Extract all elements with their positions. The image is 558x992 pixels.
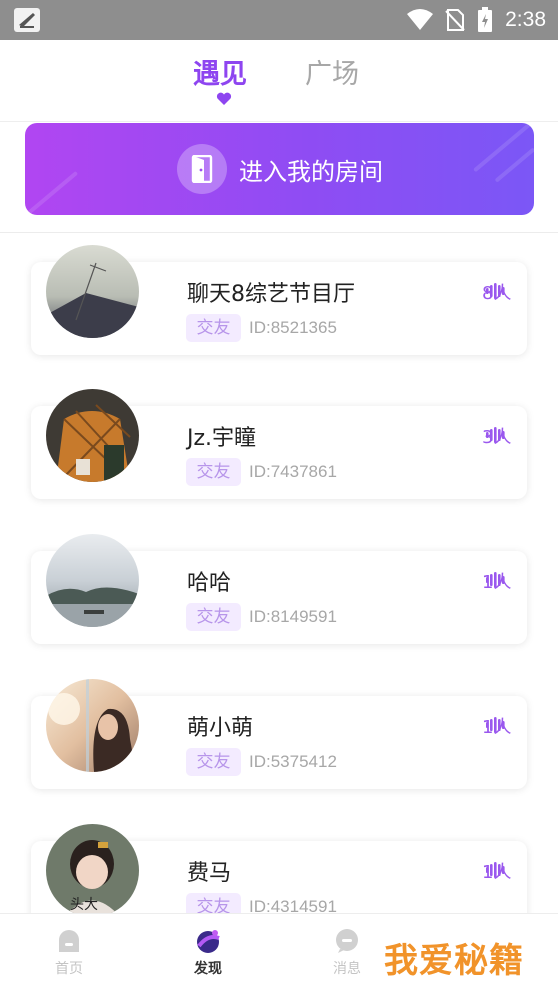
room-name: 费马 (187, 861, 232, 886)
no-sim-icon (445, 9, 465, 31)
room-tag: 交友 (186, 314, 241, 342)
divider (0, 232, 558, 233)
watermark: 我爱秘籍 (384, 941, 524, 981)
status-time: 2:38 (505, 8, 546, 31)
banner-decoration (25, 170, 79, 215)
room-card[interactable]: 哈哈 交友 ID:8149591 1人 (31, 534, 527, 644)
room-name: 萌小萌 (187, 716, 254, 741)
online-count: 1人 (482, 717, 512, 738)
online-count: 8人 (482, 283, 512, 304)
room-id: ID:8521365 (249, 318, 337, 337)
status-icons: 2:38 (407, 0, 546, 40)
room-avatar (46, 389, 139, 482)
room-avatar (46, 679, 139, 772)
room-id: ID:7437861 (249, 462, 337, 481)
room-tag: 交友 (186, 603, 241, 631)
online-count: 1人 (482, 862, 512, 883)
room-name: 聊天8综艺节目厅 (187, 282, 355, 307)
room-id: ID:5375412 (249, 752, 337, 771)
room-card[interactable]: 聊天8综艺节目厅 交友 ID:8521365 8人 (31, 245, 527, 355)
top-tabs: 遇见 广场 (0, 40, 558, 122)
room-avatar: 头大 (46, 824, 139, 917)
room-name: Jz.宇瞳 (187, 426, 257, 451)
nav-label: 首页 (55, 961, 83, 977)
avatar-caption: 头大 (70, 897, 98, 913)
home-icon (59, 930, 79, 952)
room-avatar (46, 534, 139, 627)
room-avatar (46, 245, 139, 338)
room-name: 哈哈 (187, 571, 232, 596)
status-bar: 2:38 (0, 0, 558, 40)
enter-my-room-button[interactable]: 进入我的房间 (25, 123, 534, 215)
nav-item-messages[interactable]: 消息 (307, 914, 387, 992)
room-tag: 交友 (186, 748, 241, 776)
tab-square[interactable]: 广场 (305, 52, 359, 91)
nav-item-home[interactable]: 首页 (29, 914, 109, 992)
banner-decoration (494, 147, 534, 183)
wifi-icon (407, 9, 434, 30)
door-icon (177, 144, 227, 194)
online-count: 1人 (482, 572, 512, 593)
room-tag: 交友 (186, 458, 241, 486)
nav-item-discover[interactable]: 发现 (168, 914, 248, 992)
message-icon (336, 929, 358, 953)
room-card[interactable]: Jz.宇瞳 交友 ID:7437861 3人 (31, 389, 527, 499)
battery-charging-icon (478, 7, 493, 32)
nav-label: 发现 (194, 961, 222, 977)
discover-icon (197, 930, 220, 953)
online-count: 3人 (482, 427, 512, 448)
enter-my-room-label: 进入我的房间 (239, 158, 383, 186)
room-card[interactable]: 萌小萌 交友 ID:5375412 1人 (31, 679, 527, 789)
nav-label: 消息 (333, 961, 361, 977)
tab-meet[interactable]: 遇见 (193, 52, 247, 91)
app-notification-icon (14, 8, 40, 32)
active-tab-heart-icon (216, 92, 232, 105)
room-id: ID:8149591 (249, 607, 337, 626)
banner-decoration (473, 123, 534, 173)
